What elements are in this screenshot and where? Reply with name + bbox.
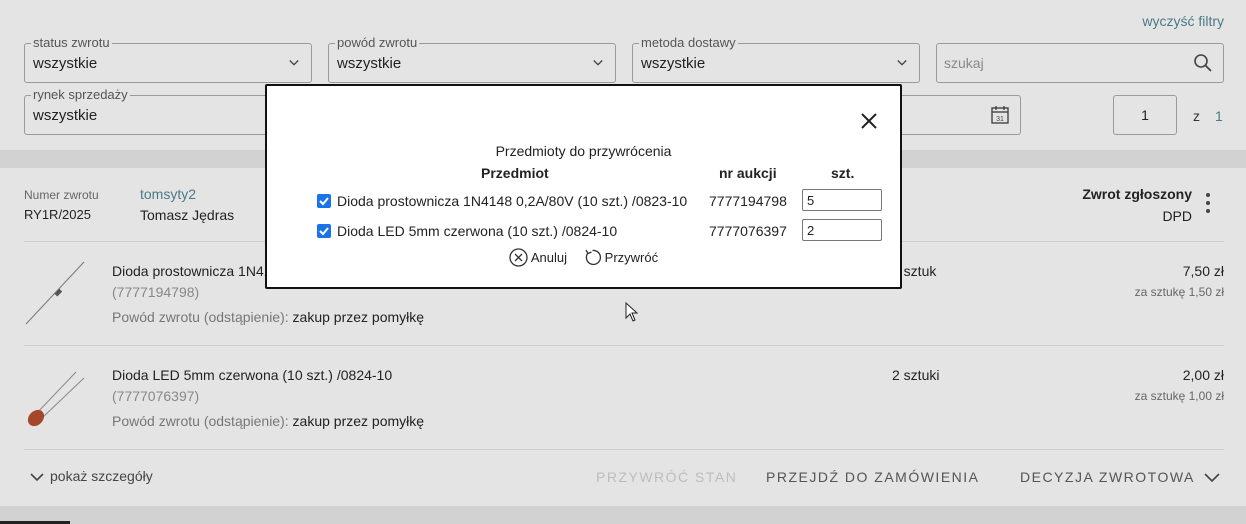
item-name[interactable]: Dioda LED 5mm czerwona (10 szt.) /0824-1… <box>112 367 392 383</box>
calendar-icon[interactable]: 31 <box>990 105 1010 125</box>
item-reason: Powód zwrotu (odstąpienie): zakup przez … <box>112 413 424 429</box>
chevron-down-icon <box>1203 473 1220 483</box>
go-to-order-button[interactable]: PRZEJDŹ DO ZAMÓWIENIA <box>766 469 980 485</box>
buyer-name: Tomasz Jędras <box>140 207 235 223</box>
column-header-auction: nr aukcji <box>719 165 777 181</box>
page-of-label: z <box>1193 108 1200 124</box>
column-header-qty: szt. <box>831 165 855 181</box>
undo-icon <box>585 249 601 266</box>
clear-filters-link[interactable]: wyczyść filtry <box>1142 13 1224 29</box>
market-select-label: rynek sprzedaży <box>31 87 130 103</box>
status-badge: Zwrot zgłoszony <box>1082 186 1192 202</box>
divider <box>24 345 1224 346</box>
delivery-select[interactable]: metoda dostawy wszystkie <box>632 35 920 83</box>
reason-select-label: powód zwrotu <box>335 35 420 51</box>
led-image <box>27 371 85 427</box>
status-select[interactable]: status zwrotu wszystkie <box>24 35 312 83</box>
row-item-name: Dioda prostownicza 1N4148 0,2A/80V (10 s… <box>337 193 688 209</box>
section-divider <box>0 506 1246 524</box>
modal-actions: Anuluj Przywróć <box>267 248 900 270</box>
modal-title: Przedmioty do przywrócenia <box>495 143 672 159</box>
restore-button[interactable]: Przywróć <box>583 248 658 267</box>
item-auction-number: (7777076397) <box>112 388 200 404</box>
quantity-input[interactable] <box>802 219 882 241</box>
svg-text:31: 31 <box>996 116 1004 123</box>
divider <box>24 449 1224 450</box>
reason-value: zakup przez pomyłkę <box>292 413 425 429</box>
row-auction-number: 7777194798 <box>709 193 787 209</box>
page-total[interactable]: 1 <box>1215 108 1223 124</box>
item-quantity: 2 sztuki <box>892 367 940 383</box>
row-auction-number: 7777076397 <box>709 223 787 239</box>
table-row: Dioda prostownicza 1N4148 0,2A/80V (10 s… <box>267 189 900 213</box>
show-details-toggle[interactable]: pokaż szczegóły <box>30 468 153 484</box>
list-item: Dioda LED 5mm czerwona (10 szt.) /0824-1… <box>0 352 1246 452</box>
search-field[interactable] <box>936 43 1224 83</box>
close-icon[interactable] <box>860 112 878 130</box>
mouse-cursor-icon <box>625 302 639 322</box>
item-price: 7,50 zł <box>1182 263 1224 279</box>
chevron-down-icon <box>897 60 907 66</box>
buyer-login-link[interactable]: tomsyty2 <box>140 186 196 202</box>
reason-label: Powód zwrotu (odstąpienie): <box>112 413 289 429</box>
return-number-label: Numer zwrotu <box>24 188 99 202</box>
status-select-label: status zwrotu <box>31 35 112 51</box>
chevron-down-icon <box>289 60 299 66</box>
item-unit-price: za sztukę 1,50 zł <box>1134 285 1224 299</box>
restore-label: Przywróć <box>604 250 659 265</box>
restore-state-button[interactable]: PRZYWRÓĆ STAN <box>596 469 737 485</box>
show-details-label: pokaż szczegóły <box>50 468 153 484</box>
item-checkbox[interactable] <box>317 194 331 208</box>
quantity-input[interactable] <box>802 189 882 211</box>
checkmark-icon <box>319 227 329 236</box>
item-price: 2,00 zł <box>1182 367 1224 383</box>
carrier-name: DPD <box>1162 208 1192 224</box>
delivery-select-label: metoda dostawy <box>639 35 738 51</box>
item-checkbox[interactable] <box>317 224 331 238</box>
checkmark-icon <box>319 197 329 206</box>
decision-label: DECYZJA ZWROTOWA <box>1020 469 1195 485</box>
reason-select-value: wszystkie <box>337 55 402 72</box>
chevron-down-icon <box>593 60 603 66</box>
cancel-circle-icon <box>509 248 528 267</box>
reason-label: Powód zwrotu (odstąpienie): <box>112 309 289 325</box>
item-auction-number: (7777194798) <box>112 284 200 300</box>
reason-value: zakup przez pomyłkę <box>292 309 425 325</box>
restore-items-modal: Przedmioty do przywrócenia Przedmiot nr … <box>265 84 902 289</box>
search-input[interactable] <box>944 53 1184 73</box>
item-unit-price: za sztukę 1,00 zł <box>1134 389 1224 403</box>
cancel-label: Anuluj <box>530 250 568 265</box>
market-select-value: wszystkie <box>33 107 98 124</box>
page-number-input[interactable]: 1 <box>1113 95 1177 135</box>
decision-button[interactable]: DECYZJA ZWROTOWA <box>1020 469 1220 485</box>
table-row: Dioda LED 5mm czerwona (10 szt.) /0824-1… <box>267 219 900 243</box>
search-icon[interactable] <box>1193 53 1213 73</box>
card-actions: pokaż szczegóły PRZYWRÓĆ STAN PRZEJDŹ DO… <box>0 466 1246 490</box>
status-select-value: wszystkie <box>33 55 98 72</box>
column-header-item: Przedmiot <box>481 165 549 181</box>
diode-image <box>25 261 85 325</box>
more-options-icon[interactable] <box>1202 193 1214 217</box>
return-number: RY1R/2025 <box>24 207 91 222</box>
row-item-name: Dioda LED 5mm czerwona (10 szt.) /0824-1… <box>337 223 618 239</box>
delivery-select-value: wszystkie <box>641 55 706 72</box>
reason-select[interactable]: powód zwrotu wszystkie <box>328 35 616 83</box>
item-reason: Powód zwrotu (odstąpienie): zakup przez … <box>112 309 424 325</box>
chevron-down-icon <box>30 473 44 481</box>
cancel-button[interactable]: Anuluj <box>509 248 567 267</box>
